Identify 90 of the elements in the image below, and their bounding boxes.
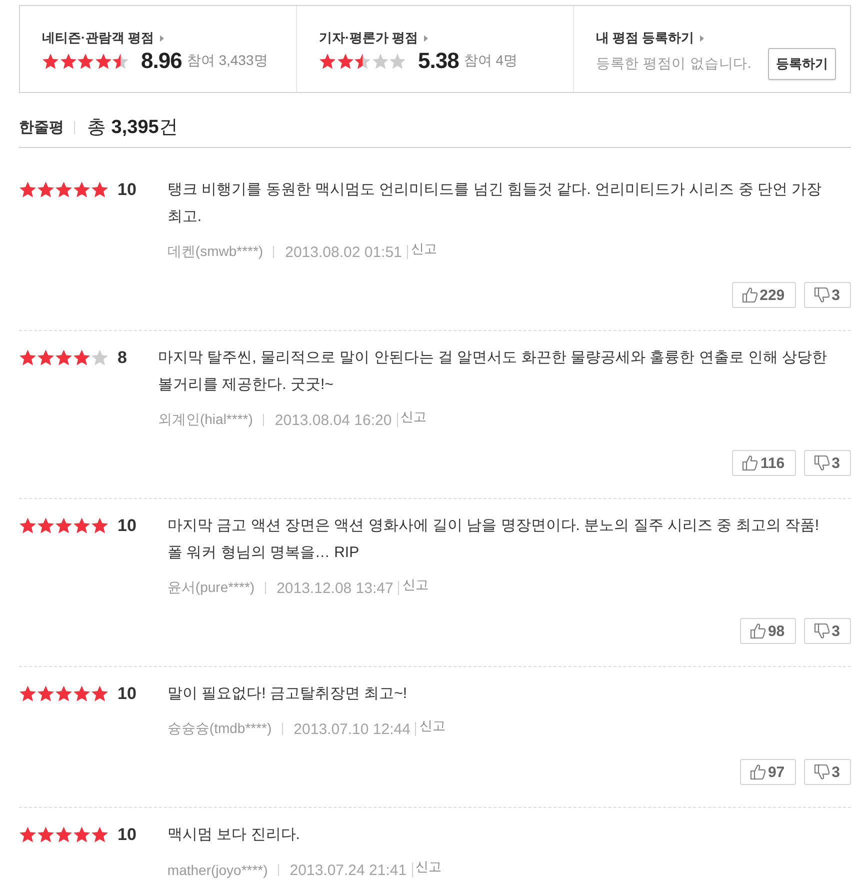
star-icon xyxy=(19,517,36,534)
review-date: 2013.12.08 13:47 xyxy=(276,580,394,596)
star-icon xyxy=(319,52,336,70)
dislike-button[interactable]: 3 xyxy=(804,282,851,308)
star-icon xyxy=(91,685,108,702)
average-score: 8.96 xyxy=(141,48,182,74)
star-icon xyxy=(354,52,371,70)
author-name: 슝슝슝(tmdb****) xyxy=(167,720,272,738)
review-date: 2013.07.10 12:44 xyxy=(294,720,410,738)
star-icon xyxy=(55,826,72,843)
star-icon xyxy=(372,52,388,70)
dislike-button[interactable]: 3 xyxy=(804,759,851,785)
star-icon xyxy=(55,181,72,198)
star-icon xyxy=(55,517,72,534)
thumbs-up-icon xyxy=(742,287,758,303)
participant-count: 참여 4명 xyxy=(464,52,518,70)
review-date: 2013.08.02 01:51 xyxy=(285,244,402,260)
rating-title-link[interactable]: 내 평점 등록하기 xyxy=(596,29,704,47)
review-text: 맥시멈 보다 진리다. xyxy=(167,825,301,845)
star-icon xyxy=(73,349,90,366)
rating-title-link[interactable]: 기자·평론가 평점 xyxy=(319,29,428,47)
star-icon xyxy=(19,826,36,843)
like-button[interactable]: 229 xyxy=(732,282,796,308)
star-icon xyxy=(91,826,108,843)
author-name: mather(joyo****) xyxy=(167,862,268,878)
star-icon xyxy=(37,685,54,702)
report-link[interactable]: 신고 xyxy=(402,576,428,594)
report-link[interactable]: 신고 xyxy=(416,858,442,876)
report-link[interactable]: 신고 xyxy=(419,717,446,735)
review-text: 마지막 금고 액션 장면은 액션 영화사에 길이 남을 명장면이다. 분노의 질주 시리즈 중 최고의 작품! 폴 워커 형님의 명복을… RIP xyxy=(167,516,820,563)
star-icon xyxy=(19,685,36,702)
review-text: 마지막 탈주씬, 물리적으로 말이 안된다는 걸 알면서도 화끈한 물량공세와 훌륭한 연출로 인해 상당한 볼거리를 제공한다. 굿굿!~ xyxy=(158,348,828,395)
caret-icon xyxy=(424,34,428,42)
dislike-button[interactable]: 3 xyxy=(804,618,851,644)
star-icon xyxy=(91,517,108,534)
author-name: 외계인(hial****) xyxy=(158,411,253,429)
star-icon xyxy=(37,826,54,843)
review-text: 탱크 비행기를 동원한 맥시멈도 언리미티드를 넘긴 힘들것 같다. 언리미티드가 시리즈 중 단언 가장 최고. xyxy=(167,180,823,227)
review-score: 10 xyxy=(118,516,136,536)
review-score: 10 xyxy=(118,684,136,704)
author-name: 데켄(smwb****) xyxy=(167,243,264,261)
thumbs-down-icon xyxy=(814,764,830,780)
star-icon xyxy=(91,181,108,198)
star-icon xyxy=(73,685,90,702)
caret-icon xyxy=(700,34,704,42)
star-icon xyxy=(19,349,36,366)
star-icon xyxy=(336,52,354,70)
report-link[interactable]: 신고 xyxy=(410,240,437,258)
star-icon xyxy=(37,349,54,366)
review-score: 10 xyxy=(118,824,136,844)
average-score: 5.38 xyxy=(418,48,459,74)
star-icon xyxy=(112,52,129,70)
star-icon xyxy=(37,517,54,534)
review-date: 2013.08.04 16:20 xyxy=(274,412,392,428)
star-icon xyxy=(73,181,90,198)
thumbs-down-icon xyxy=(814,287,830,303)
star-icon xyxy=(60,52,76,70)
like-button[interactable]: 116 xyxy=(732,450,796,476)
like-button[interactable]: 97 xyxy=(740,759,796,785)
review-score: 10 xyxy=(118,180,136,200)
section-title: 한줄평 xyxy=(19,118,64,136)
like-button[interactable]: 98 xyxy=(740,618,796,644)
review-score: 8 xyxy=(118,348,127,368)
thumbs-down-icon xyxy=(814,623,830,639)
star-icon xyxy=(42,52,59,70)
participant-count: 참여 3,433명 xyxy=(186,52,268,70)
dislike-button[interactable]: 3 xyxy=(804,450,851,476)
star-icon xyxy=(91,349,108,366)
star-icon xyxy=(37,181,54,198)
star-icon xyxy=(55,685,72,702)
star-icon xyxy=(389,52,406,70)
review-total: 총 3,395건 xyxy=(87,116,178,140)
star-icon xyxy=(55,349,72,366)
review-date: 2013.07.24 21:41 xyxy=(290,862,407,878)
caret-icon xyxy=(160,34,164,42)
rating-title-link[interactable]: 네티즌·관람객 평점 xyxy=(42,29,164,47)
star-icon xyxy=(94,52,112,70)
register-button[interactable]: 등록하기 xyxy=(768,48,836,80)
star-icon xyxy=(73,826,90,843)
author-name: 윤서(pure****) xyxy=(167,579,255,597)
star-icon xyxy=(19,181,36,198)
thumbs-up-icon xyxy=(742,455,758,471)
star-icon xyxy=(77,52,94,70)
no-rating-message: 등록한 평점이 없습니다. xyxy=(596,55,752,73)
thumbs-down-icon xyxy=(814,455,830,471)
star-icon xyxy=(73,517,90,534)
thumbs-up-icon xyxy=(750,764,766,780)
thumbs-up-icon xyxy=(750,623,766,639)
report-link[interactable]: 신고 xyxy=(400,408,427,426)
review-text: 말이 필요없다! 금고탈취장면 최고~! xyxy=(167,684,408,704)
